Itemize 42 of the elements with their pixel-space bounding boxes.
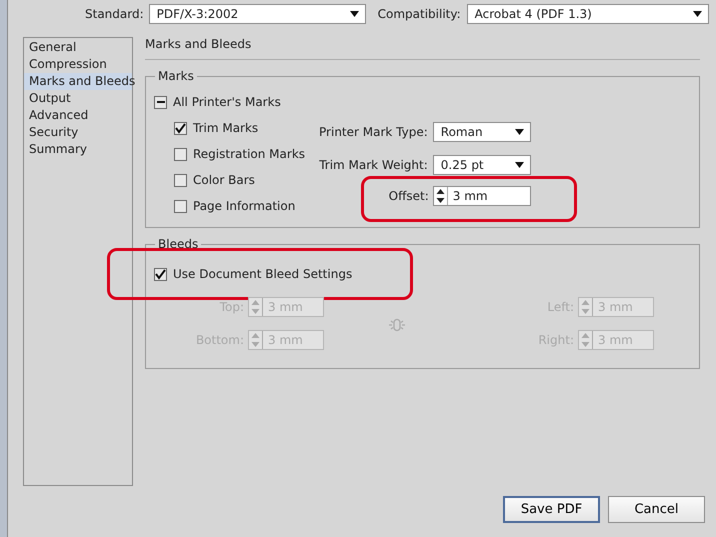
spinner-arrows-icon [249, 298, 263, 316]
dropdown-arrow-icon [514, 128, 524, 134]
cancel-button[interactable]: Cancel [608, 496, 705, 523]
category-item[interactable]: Compression [24, 56, 132, 73]
field-label: Trim Mark Weight: [319, 158, 428, 172]
category-item[interactable]: Summary [24, 141, 132, 158]
category-item[interactable]: Security [24, 124, 132, 141]
spin-field[interactable]: 3 mm [432, 186, 531, 206]
field-label: Standard: [85, 7, 144, 21]
checkbox[interactable] [174, 174, 187, 186]
dropdown[interactable]: Roman [432, 122, 531, 142]
checkbox-label: All Printer's Marks [173, 95, 281, 109]
group-legend: Bleeds [155, 237, 202, 251]
spinner-arrows-icon [249, 331, 263, 349]
category-item[interactable]: Advanced [24, 107, 132, 124]
spinner-arrows-icon [579, 298, 593, 316]
checkbox[interactable] [174, 122, 187, 134]
tristate-checkbox[interactable] [154, 96, 167, 108]
checkbox-label: Color Bars [193, 173, 255, 187]
field-label: Compatibility: [378, 7, 461, 21]
section-title: Marks and Bleeds [145, 37, 700, 60]
dropdown-arrow-icon [514, 162, 524, 168]
spinner-arrows-icon [579, 331, 593, 349]
checkbox[interactable] [174, 200, 187, 212]
checkbox-label: Trim Marks [193, 121, 258, 135]
category-item[interactable]: Output [24, 90, 132, 107]
field-label: Offset: [388, 189, 429, 203]
category-item[interactable]: General [24, 39, 132, 56]
field-label: Printer Mark Type: [319, 124, 428, 138]
checkbox[interactable] [154, 268, 167, 280]
dropdown-arrow-icon [350, 11, 359, 17]
spinner-arrows-icon [434, 187, 448, 205]
save-button[interactable]: Save PDF [503, 496, 600, 523]
checkbox-label: Registration Marks [193, 147, 306, 161]
dropdown[interactable]: 0.25 pt [432, 154, 531, 174]
dropdown[interactable]: Acrobat 4 (PDF 1.3) [466, 4, 709, 24]
group-legend: Marks [155, 69, 197, 83]
checkbox[interactable] [174, 148, 187, 160]
dropdown[interactable]: PDF/X-3:2002 [148, 4, 366, 24]
checkbox-label: Page Information [193, 199, 296, 213]
checkbox-label: Use Document Bleed Settings [173, 267, 352, 281]
dropdown-arrow-icon [692, 11, 702, 17]
